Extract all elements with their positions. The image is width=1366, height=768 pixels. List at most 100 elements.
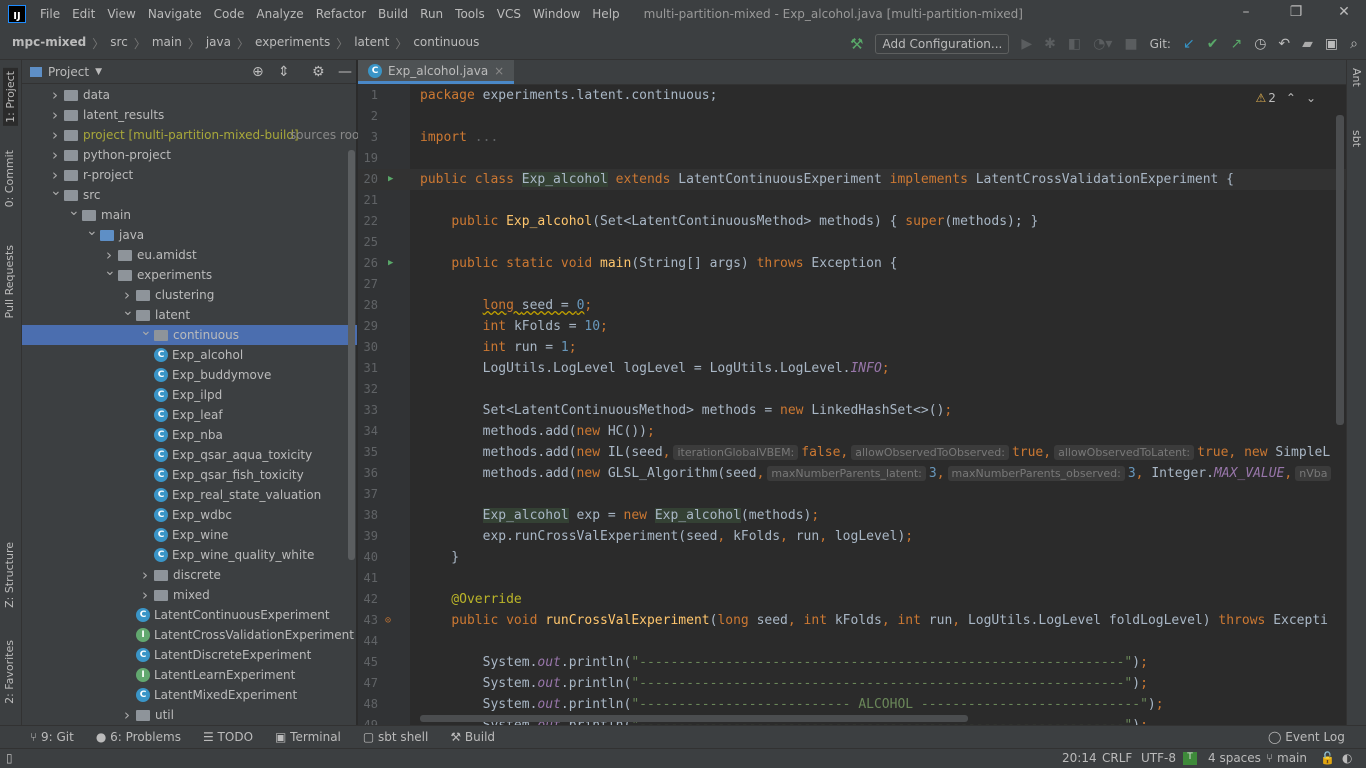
chevron-down-icon[interactable]: ⌄ [86, 223, 98, 239]
breadcrumb-item[interactable]: continuous [413, 35, 479, 52]
tree-item-latentmixedexperiment[interactable]: C LatentMixedExperiment [22, 685, 357, 705]
tree-item-exp_leaf[interactable]: C Exp_leaf [22, 405, 357, 425]
tab-problems[interactable]: ● 6: Problems [96, 730, 181, 744]
breadcrumb-item[interactable]: src [110, 35, 128, 52]
tree-item-eu.amidst[interactable]: › eu.amidst [22, 245, 357, 265]
hide-icon[interactable]: — [338, 64, 352, 80]
code-line[interactable]: 48 System.out.println("-----------------… [358, 694, 1346, 715]
tab-favorites[interactable]: 2: Favorites [3, 640, 16, 704]
tree-item-continuous[interactable]: ⌄ continuous [22, 323, 357, 345]
editor-horizontal-scrollbar[interactable] [420, 715, 968, 722]
rollback-icon[interactable]: ↶ [1278, 36, 1290, 52]
tab-sbt[interactable]: sbt [1350, 130, 1363, 147]
gear-icon[interactable]: ⚙ [312, 64, 325, 80]
inspector-icon[interactable]: ◐ [1342, 751, 1352, 765]
code-line[interactable]: 41 [358, 568, 1346, 589]
code-line[interactable]: 40 } [358, 547, 1346, 568]
chevron-right-icon[interactable]: › [140, 586, 150, 604]
breadcrumb-item[interactable]: mpc-mixed [12, 35, 86, 52]
menu-window[interactable]: Window [527, 7, 586, 21]
tree-item-util[interactable]: › util [22, 705, 357, 725]
tree-item-exp_wine_quality_white[interactable]: C Exp_wine_quality_white [22, 545, 357, 565]
tree-item-main[interactable]: ⌄ main [22, 203, 357, 225]
menu-vcs[interactable]: VCS [491, 7, 527, 21]
menu-refactor[interactable]: Refactor [310, 7, 372, 21]
chevron-down-icon[interactable]: ⌄ [68, 203, 80, 219]
tab-commit[interactable]: 0: Commit [3, 150, 16, 207]
previous-highlight-icon[interactable]: ⌃ [1286, 91, 1296, 105]
debug-icon[interactable]: ✱ [1044, 36, 1056, 52]
code-line[interactable]: 33 Set<LatentContinuousMethod> methods =… [358, 400, 1346, 421]
code-line[interactable]: 30 int run = 1; [358, 337, 1346, 358]
code-line[interactable]: 42 @Override [358, 589, 1346, 610]
project-structure-icon[interactable]: ▰ [1302, 36, 1313, 52]
chevron-right-icon[interactable]: › [140, 566, 150, 584]
chevron-down-icon[interactable]: ⌄ [50, 183, 62, 199]
profile-icon[interactable]: ◔▾ [1093, 36, 1112, 52]
close-tab-icon[interactable]: × [494, 64, 504, 78]
tree-item-mixed[interactable]: › mixed [22, 585, 357, 605]
code-line[interactable]: 22 public Exp_alcohol(Set<LatentContinuo… [358, 211, 1346, 232]
git-update-icon[interactable]: ↙ [1183, 36, 1195, 52]
chevron-down-icon[interactable]: ⌄ [104, 263, 116, 279]
code-line[interactable]: 38 Exp_alcohol exp = new Exp_alcohol(met… [358, 505, 1346, 526]
chevron-right-icon[interactable]: › [50, 106, 60, 124]
implements-gutter-icon[interactable]: ⊙ [385, 610, 391, 631]
code-line[interactable]: 43 ⊙ public void runCrossValExperiment(lo… [358, 610, 1346, 631]
menu-build[interactable]: Build [372, 7, 414, 21]
chevron-right-icon[interactable]: › [104, 246, 114, 264]
tree-item-data[interactable]: › data [22, 85, 357, 105]
breadcrumb-item[interactable]: java [206, 35, 231, 52]
tab-build[interactable]: ⚒ Build [450, 730, 495, 744]
breadcrumb-item[interactable]: main [152, 35, 182, 52]
tab-todo[interactable]: ☰ TODO [203, 730, 253, 744]
maximize-button[interactable]: ❐ [1286, 4, 1306, 20]
tree-item-exp_wine[interactable]: C Exp_wine [22, 525, 357, 545]
code-line[interactable]: 32 [358, 379, 1346, 400]
code-line[interactable]: 28 long seed = 0; [358, 295, 1346, 316]
git-push-icon[interactable]: ↗ [1230, 36, 1242, 52]
run-icon[interactable]: ▶ [1021, 36, 1032, 52]
project-view-selector[interactable]: Project [48, 65, 89, 79]
breadcrumb-item[interactable]: experiments [255, 35, 330, 52]
tab-project[interactable]: 1: Project [3, 68, 18, 126]
tree-item-exp_wdbc[interactable]: C Exp_wdbc [22, 505, 357, 525]
code-line[interactable]: 21 [358, 190, 1346, 211]
code-line[interactable]: 44 [358, 631, 1346, 652]
history-icon[interactable]: ◷ [1254, 36, 1266, 52]
run-anything-icon[interactable]: ▣ [1325, 36, 1338, 52]
tree-item-project[interactable]: › project [multi-partition-mixed-build] so… [22, 125, 364, 145]
tree-item-clustering[interactable]: › clustering [22, 285, 357, 305]
code-line[interactable]: 31 LogUtils.LogLevel logLevel = LogUtils… [358, 358, 1346, 379]
menu-help[interactable]: Help [586, 7, 625, 21]
code-line[interactable]: 3 import ... [358, 127, 1346, 148]
code-line[interactable]: 29 int kFolds = 10; [358, 316, 1346, 337]
menu-view[interactable]: View [101, 7, 141, 21]
editor-vertical-scrollbar[interactable] [1336, 115, 1344, 425]
lock-icon[interactable]: 🔓 [1320, 751, 1335, 765]
editorconfig-icon[interactable]: T [1183, 752, 1197, 765]
chevron-right-icon[interactable]: › [50, 126, 60, 144]
tree-item-exp_nba[interactable]: C Exp_nba [22, 425, 357, 445]
code-line[interactable]: 2 [358, 106, 1346, 127]
tab-ant[interactable]: Ant [1350, 68, 1363, 87]
tree-item-latentcrossvalidationexperiment[interactable]: I LatentCrossValidationExperiment [22, 625, 357, 645]
tree-item-exp_qsar_aqua_toxicity[interactable]: C Exp_qsar_aqua_toxicity [22, 445, 357, 465]
code-line[interactable]: 27 [358, 274, 1346, 295]
tree-item-python-project[interactable]: › python-project [22, 145, 357, 165]
code-line[interactable]: 47 System.out.println("-----------------… [358, 673, 1346, 694]
tree-item-discrete[interactable]: › discrete [22, 565, 357, 585]
chevron-right-icon[interactable]: › [50, 146, 60, 164]
indent-setting[interactable]: 4 spaces [1208, 751, 1261, 765]
chevron-down-icon[interactable]: ⌄ [122, 303, 134, 319]
tab-sbt-shell[interactable]: ▢ sbt shell [363, 730, 428, 744]
tab-pull-requests[interactable]: Pull Requests [3, 245, 16, 318]
tab-git[interactable]: ⑂ 9: Git [30, 730, 74, 744]
tree-item-exp_qsar_fish_toxicity[interactable]: C Exp_qsar_fish_toxicity [22, 465, 357, 485]
collapse-all-icon[interactable]: ⇕ [278, 64, 290, 80]
event-log-button[interactable]: ◯ Event Log [1268, 730, 1345, 744]
locate-icon[interactable]: ⊕ [252, 64, 264, 80]
stop-icon[interactable]: ■ [1124, 36, 1137, 52]
tree-item-latent_results[interactable]: › latent_results [22, 105, 357, 125]
git-commit-icon[interactable]: ✔ [1207, 36, 1219, 52]
